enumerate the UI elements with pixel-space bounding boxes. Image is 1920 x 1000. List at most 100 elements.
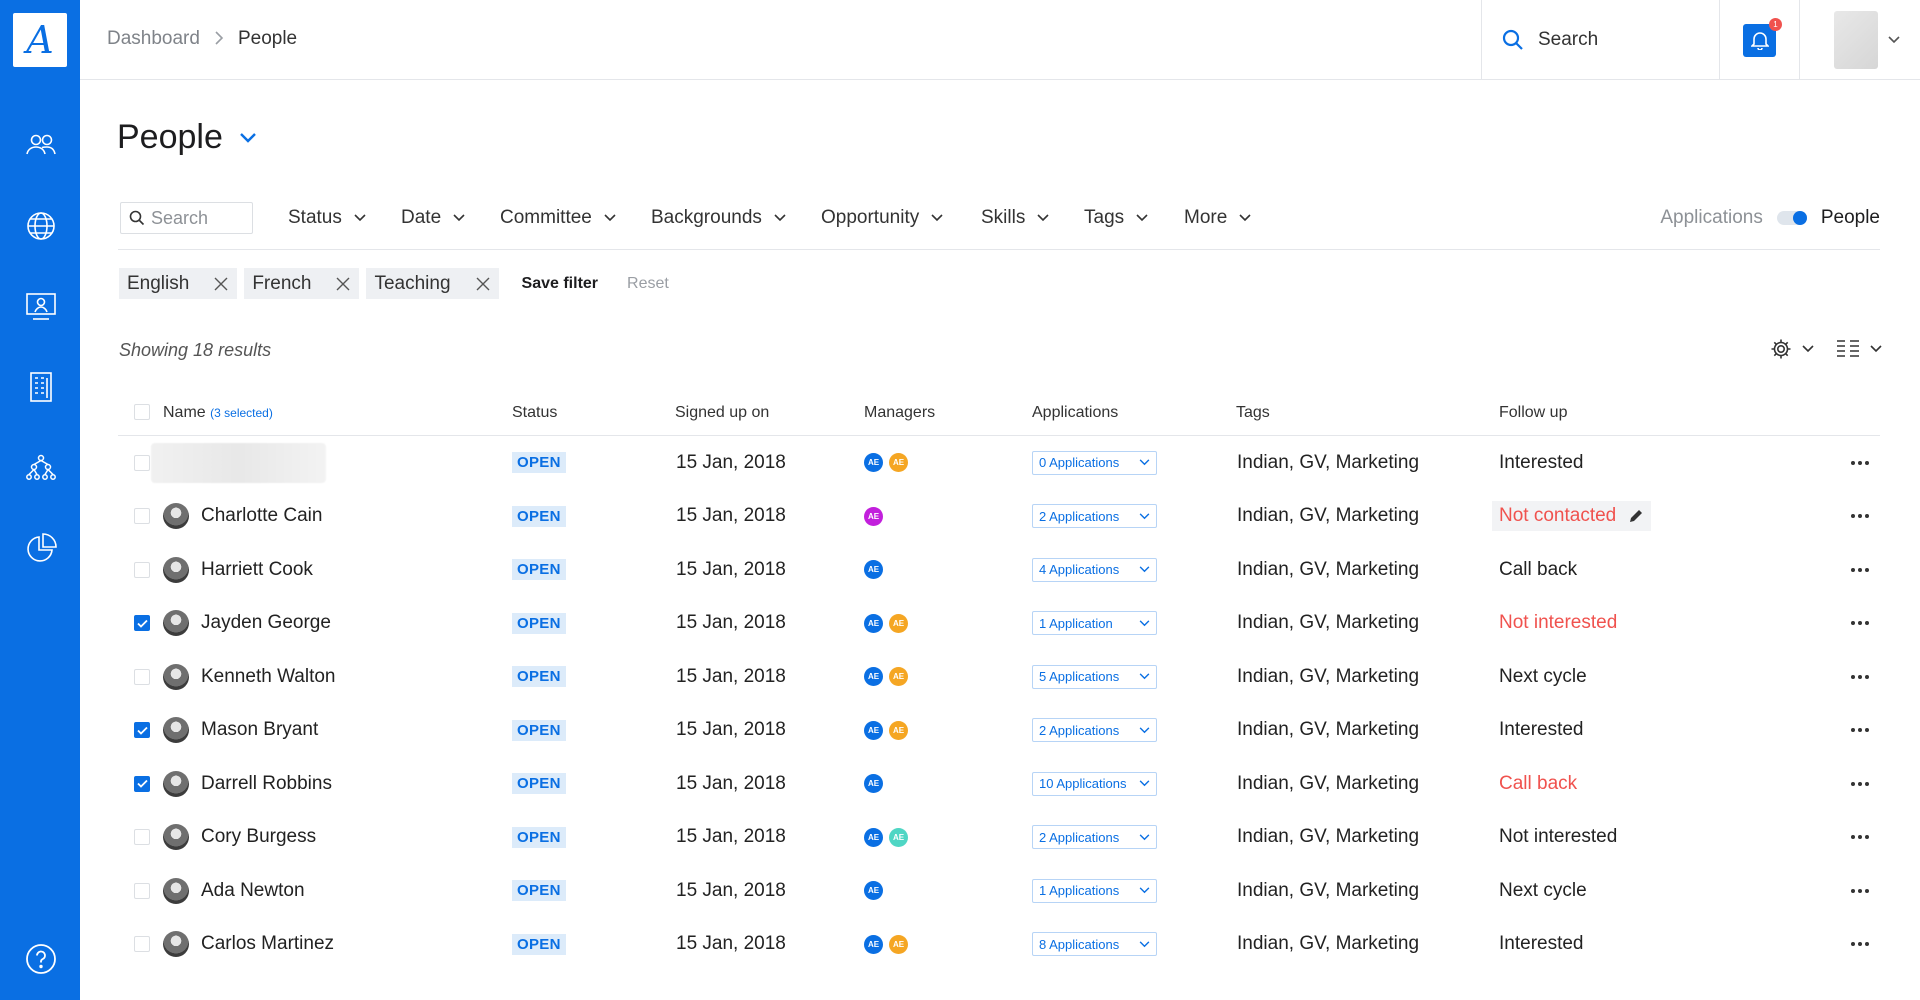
breadcrumb-dashboard-link[interactable]: Dashboard <box>107 28 200 50</box>
user-menu[interactable] <box>1799 0 1920 80</box>
follow-up-cell[interactable]: Call back <box>1499 757 1577 811</box>
person-name-cell[interactable]: Jayden George <box>163 597 331 651</box>
more-options-button[interactable] <box>1850 650 1870 704</box>
person-name-cell[interactable]: Charlotte Cain <box>163 490 322 544</box>
follow-up-cell[interactable]: Not interested <box>1499 597 1617 651</box>
row-checkbox[interactable] <box>134 722 150 739</box>
close-icon[interactable] <box>475 276 491 292</box>
reset-filters-button[interactable]: Reset <box>627 275 669 293</box>
people-search-field[interactable] <box>120 202 253 234</box>
manager-avatar[interactable]: AE <box>864 934 883 954</box>
person-name[interactable]: Kenneth Walton <box>201 666 336 688</box>
follow-up-cell[interactable]: Not contacted <box>1492 490 1652 544</box>
app-logo[interactable]: A <box>13 13 67 67</box>
manager-avatar[interactable]: AE <box>864 720 883 740</box>
follow-up-editing[interactable]: Not contacted <box>1492 501 1652 532</box>
filter-more-dropdown[interactable]: More <box>1184 207 1251 229</box>
manager-avatar[interactable]: AE <box>889 453 908 473</box>
manager-avatar[interactable]: AE <box>864 453 883 473</box>
person-name-cell[interactable]: Cory Burgess <box>163 811 316 865</box>
more-options-button[interactable] <box>1850 543 1870 597</box>
person-name-cell[interactable]: Mason Bryant <box>163 704 318 758</box>
follow-up-cell[interactable]: Next cycle <box>1499 650 1587 704</box>
filter-status-dropdown[interactable]: Status <box>288 207 366 229</box>
building-icon[interactable] <box>22 368 60 406</box>
person-name[interactable]: Harriett Cook <box>201 559 313 581</box>
follow-up-cell[interactable]: Interested <box>1499 436 1584 490</box>
more-options-button[interactable] <box>1850 436 1870 490</box>
row-checkbox[interactable] <box>134 668 150 685</box>
column-header-status[interactable]: Status <box>512 404 557 422</box>
applications-dropdown[interactable]: 5 Applications <box>1032 664 1157 689</box>
manager-avatar[interactable]: AE <box>889 934 908 954</box>
manager-avatar[interactable]: AE <box>864 881 883 901</box>
manager-avatar[interactable]: AE <box>864 613 883 633</box>
more-options-button[interactable] <box>1850 490 1870 544</box>
more-options-button[interactable] <box>1850 757 1870 811</box>
applications-dropdown[interactable]: 2 Applications <box>1032 718 1157 743</box>
person-name-cell[interactable]: Kenneth Walton <box>163 650 336 704</box>
column-layout-button[interactable] <box>1836 338 1882 360</box>
globe-icon[interactable] <box>22 207 60 245</box>
close-icon[interactable] <box>213 276 229 292</box>
manager-avatar[interactable]: AE <box>889 827 908 847</box>
filter-skills-dropdown[interactable]: Skills <box>981 207 1049 229</box>
row-checkbox[interactable] <box>134 775 150 792</box>
column-header-signed-up[interactable]: Signed up on <box>675 404 769 422</box>
select-all-checkbox[interactable] <box>134 404 150 420</box>
column-header-follow-up[interactable]: Follow up <box>1499 404 1567 422</box>
applications-dropdown[interactable]: 4 Applications <box>1032 557 1157 582</box>
global-search-button[interactable]: Search <box>1481 0 1719 80</box>
person-name-cell[interactable]: Carlos Martinez <box>163 918 334 972</box>
table-settings-button[interactable] <box>1770 338 1814 360</box>
more-options-button[interactable] <box>1850 918 1870 972</box>
follow-up-cell[interactable]: Call back <box>1499 543 1577 597</box>
follow-up-cell[interactable]: Interested <box>1499 918 1584 972</box>
notifications-button[interactable]: 1 <box>1743 17 1782 57</box>
applications-dropdown[interactable]: 2 Applications <box>1032 504 1157 529</box>
people-search-input[interactable] <box>151 207 251 229</box>
applications-dropdown[interactable]: 10 Applications <box>1032 771 1157 796</box>
more-options-button[interactable] <box>1850 597 1870 651</box>
manager-avatar[interactable]: AE <box>889 613 908 633</box>
applications-dropdown[interactable]: 2 Applications <box>1032 825 1157 850</box>
hierarchy-icon[interactable] <box>22 449 60 487</box>
close-icon[interactable] <box>335 276 351 292</box>
save-filter-button[interactable]: Save filter <box>522 275 598 293</box>
pie-chart-icon[interactable] <box>22 529 60 567</box>
filter-opportunity-dropdown[interactable]: Opportunity <box>821 207 943 229</box>
filter-committee-dropdown[interactable]: Committee <box>500 207 616 229</box>
manager-avatar[interactable]: AE <box>889 667 908 687</box>
row-checkbox[interactable] <box>134 561 150 578</box>
manager-avatar[interactable]: AE <box>889 720 908 740</box>
column-header-managers[interactable]: Managers <box>864 404 935 422</box>
row-checkbox[interactable] <box>134 882 150 899</box>
person-name-cell[interactable]: Ada Newton <box>163 864 305 918</box>
applications-dropdown[interactable]: 0 Applications <box>1032 450 1157 475</box>
person-name[interactable]: Jayden George <box>201 612 331 634</box>
column-header-applications[interactable]: Applications <box>1032 404 1118 422</box>
row-checkbox[interactable] <box>134 615 150 632</box>
follow-up-cell[interactable]: Not interested <box>1499 811 1617 865</box>
person-name[interactable]: Mason Bryant <box>201 719 318 741</box>
manager-avatar[interactable]: AE <box>864 774 883 794</box>
person-name[interactable]: Darrell Robbins <box>201 773 332 795</box>
person-name-cell[interactable]: Darrell Robbins <box>163 757 332 811</box>
people-icon[interactable] <box>22 126 60 164</box>
applications-dropdown[interactable]: 1 Application <box>1032 611 1157 636</box>
row-checkbox[interactable] <box>134 829 150 846</box>
manager-avatar[interactable]: AE <box>864 506 883 526</box>
filter-backgrounds-dropdown[interactable]: Backgrounds <box>651 207 786 229</box>
person-name-cell[interactable] <box>151 436 326 490</box>
applications-dropdown[interactable]: 8 Applications <box>1032 932 1157 957</box>
more-options-button[interactable] <box>1850 864 1870 918</box>
applications-dropdown[interactable]: 1 Applications <box>1032 878 1157 903</box>
column-header-name[interactable]: Name (3 selected) <box>163 404 273 422</box>
more-options-button[interactable] <box>1850 811 1870 865</box>
follow-up-cell[interactable]: Next cycle <box>1499 864 1587 918</box>
person-name[interactable]: Charlotte Cain <box>201 505 322 527</box>
view-applications-option[interactable]: Applications <box>1660 207 1762 229</box>
filter-date-dropdown[interactable]: Date <box>401 207 465 229</box>
manager-avatar[interactable]: AE <box>864 560 883 580</box>
manager-avatar[interactable]: AE <box>864 667 883 687</box>
